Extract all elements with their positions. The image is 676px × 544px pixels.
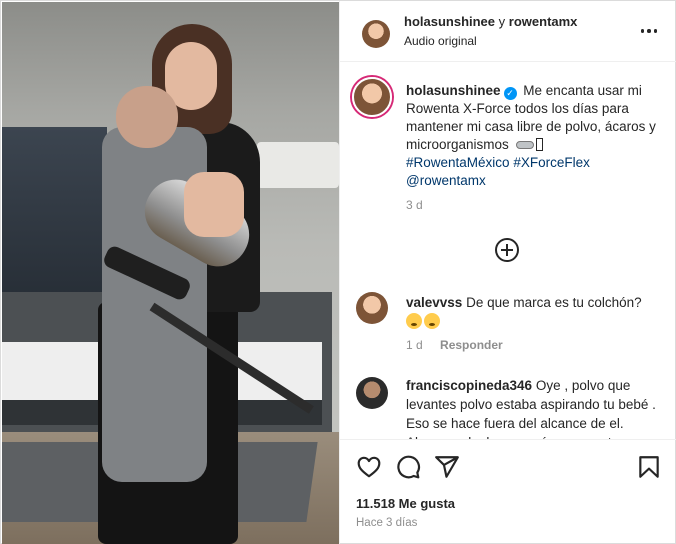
caption: holasunshinee ✓ Me encanta usar mi Rowent… [406, 82, 668, 190]
person-hand [184, 172, 244, 237]
verified-badge-icon: ✓ [503, 87, 517, 100]
actions-bar: 11.518 Me gusta Hace 3 días [340, 439, 676, 544]
comment-body: valevvss De que marca es tu colchón? [406, 293, 664, 331]
unknown-emoji-icon [535, 138, 543, 151]
post-header: holasunshinee y rowentamx Audio original [340, 1, 676, 62]
comment-text: De que marca es tu colchón? [466, 295, 642, 310]
comment-username[interactable]: franciscopineda346 [406, 378, 532, 393]
audio-link[interactable]: Audio original [404, 34, 477, 48]
caption-username[interactable]: holasunshinee [406, 83, 501, 98]
author-username[interactable]: holasunshinee [404, 14, 495, 29]
comment-username[interactable]: valevvss [406, 295, 462, 310]
author-names: holasunshinee y rowentamx [404, 14, 577, 29]
window [2, 127, 107, 317]
collab-joiner: y [498, 14, 506, 29]
caption-avatar[interactable] [352, 77, 392, 117]
caption-time: 3 d [406, 198, 423, 212]
comment-meta: 1 d Responder [406, 338, 503, 352]
comment-time: 1 d [406, 338, 423, 352]
comment-body: franciscopineda346 Oye , polvo que levan… [406, 376, 664, 439]
comment-avatar[interactable] [356, 377, 388, 409]
flushed-face-icon [406, 313, 422, 329]
more-options-icon[interactable] [637, 19, 661, 43]
post-video[interactable] [2, 2, 339, 544]
bookmark-icon[interactable] [636, 454, 662, 480]
mention-rowentamx[interactable]: @rowentamx [406, 173, 486, 188]
collab-username[interactable]: rowentamx [509, 14, 578, 29]
vacuum-emoji-icon [515, 141, 534, 149]
instagram-post: holasunshinee y rowentamx Audio original… [0, 0, 676, 544]
author-avatar[interactable] [362, 20, 390, 48]
comment-icon[interactable] [395, 454, 421, 480]
comment-avatar[interactable] [356, 292, 388, 324]
baby-head [116, 86, 178, 148]
likes-count[interactable]: 11.518 Me gusta [356, 496, 455, 511]
flushed-face-icon [424, 313, 440, 329]
post-date: Hace 3 días [356, 517, 418, 529]
hashtag-rowentamexico[interactable]: #RowentaMéxico [406, 155, 510, 170]
heart-icon[interactable] [356, 454, 382, 480]
comments-section[interactable]: holasunshinee ✓ Me encanta usar mi Rowent… [340, 63, 676, 439]
reply-button[interactable]: Responder [440, 338, 503, 352]
hashtag-xforceflex[interactable]: #XForceFlex [513, 155, 590, 170]
send-icon[interactable] [434, 454, 460, 480]
plus-circle-icon[interactable] [495, 238, 519, 262]
air-conditioner [257, 142, 339, 188]
